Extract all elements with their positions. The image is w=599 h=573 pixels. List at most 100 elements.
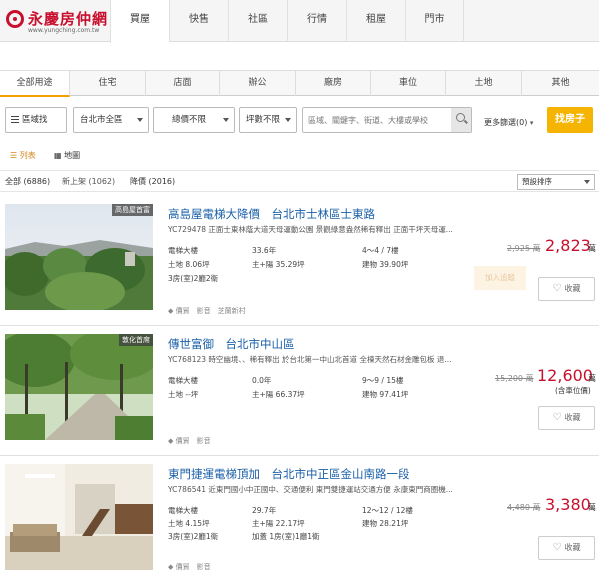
listing-price-unit: 萬 [588, 374, 596, 383]
listing-original-price: 2,925 萬 [507, 244, 541, 253]
tag-icon: ◆ [168, 307, 174, 315]
menu-icon [11, 116, 19, 123]
heart-icon: ♡ [552, 412, 562, 423]
map-icon: ▦ [54, 151, 62, 160]
view-toggle: ☰ 列表 ▦ 地圖 [0, 148, 599, 166]
tab-sell[interactable]: 快售 [169, 0, 228, 42]
tab-stores[interactable]: 門市 [405, 0, 464, 42]
favorite-button[interactable]: ♡ 收藏 [538, 406, 595, 430]
listing-building-area: 建物 28.21坪 [362, 519, 409, 528]
chevron-down-icon [584, 180, 590, 184]
category-all[interactable]: 全部用途 [0, 71, 70, 97]
category-tabs: 全部用途 住宅 店面 辦公 廠房 車位 土地 其他 [0, 70, 599, 97]
listing-description: YC786541 近東門國小中正國中、交通便利 東門雙捷運站交通方便 永康東門商… [168, 485, 453, 494]
top-navigation: 永慶房仲網 www.yungching.com.tw 買屋 快售 社區 行情 租… [0, 0, 599, 43]
price-select[interactable]: 總價不限 [153, 107, 235, 133]
category-residential[interactable]: 住宅 [70, 71, 146, 96]
favorite-button[interactable]: ♡ 收藏 [538, 536, 595, 560]
more-filters-label: 更多篩選(0) [484, 118, 528, 127]
listing-description: YC729478 正面士東林蔭大道天母運動公園 景觀綠意盎然稀有釋出 正面干坪天… [168, 225, 453, 234]
listing-rooms: 3房(室)2廳1衛 [168, 532, 219, 541]
size-select-value: 坪數不限 [246, 115, 281, 125]
listing-rooms: 3房(室)2廳2衛 [168, 274, 219, 283]
category-storefront[interactable]: 店面 [146, 71, 220, 96]
listing-photo[interactable] [5, 464, 153, 570]
listing-card[interactable]: 敦化首席 傳世富御 台北市中山區 YC768123 時空幽境、、稀有釋出 於台北… [0, 326, 599, 456]
listing-original-price: 4,480 萬 [507, 503, 541, 512]
listing-card[interactable]: 高島屋首富 高島屋電梯大降價 台北市士林區士東路 YC729478 正面士東林蔭… [0, 196, 599, 326]
listing-title[interactable]: 傳世富御 台北市中山區 [168, 336, 295, 352]
listing-photo[interactable]: 敦化首席 [5, 334, 153, 440]
listing-photo[interactable]: 高島屋首富 [5, 204, 153, 310]
listing-tags-text: 價貿 影音 [175, 563, 211, 571]
map-view-label: 地圖 [64, 151, 81, 160]
search-input[interactable] [308, 109, 456, 132]
category-office[interactable]: 辦公 [220, 71, 296, 96]
area-search-button[interactable]: 區域找 [5, 107, 67, 133]
listing-card[interactable]: 東門捷運電梯頂加 台北市中正區金山南路一段 YC786541 近東門國小中正國中… [0, 456, 599, 573]
listing-badge: 敦化首席 [119, 334, 153, 346]
listing-price-unit: 萬 [588, 503, 596, 512]
listing-photo-image [5, 204, 153, 310]
tab-community[interactable]: 社區 [228, 0, 287, 42]
result-counts-bar: 全部 (6886) 新上架 (1062) 降價 (2016) 預設排序 [0, 170, 599, 192]
more-filters-button[interactable]: 更多篩選(0) ▾ [484, 117, 533, 128]
chevron-down-icon: ▾ [529, 119, 534, 127]
listing-price: 12,600 [537, 366, 593, 385]
search-button[interactable] [451, 108, 471, 132]
listing-title[interactable]: 高島屋電梯大降價 台北市士林區士東路 [168, 206, 375, 222]
chevron-down-icon [223, 118, 229, 122]
listing-tags-text: 價貿 影音 芝蘭新村 [175, 307, 246, 315]
listing-original-price: 15,200 萬 [495, 374, 534, 383]
listing-land-area: 土地 8.06坪 [168, 260, 210, 269]
category-land[interactable]: 土地 [446, 71, 522, 96]
listing-main-area: 主+陽 66.37坪 [252, 390, 305, 399]
listing-land-area: 土地 4.15坪 [168, 519, 210, 528]
listing-building-area: 建物 39.90坪 [362, 260, 409, 269]
listing-type: 電梯大樓 [168, 506, 198, 515]
tab-buy[interactable]: 買屋 [110, 0, 169, 43]
category-parking[interactable]: 車位 [371, 71, 446, 96]
find-house-button[interactable]: 找房子 [547, 107, 593, 133]
favorite-label: 收藏 [564, 413, 581, 422]
listing-price: 3,380 [545, 495, 591, 514]
count-reduced[interactable]: 降價 (2016) [130, 171, 175, 193]
tab-market[interactable]: 行情 [287, 0, 346, 42]
heart-icon: ♡ [552, 542, 562, 553]
sort-select[interactable]: 預設排序 [517, 174, 595, 190]
listing-floor: 12～12 / 12樓 [362, 506, 413, 515]
listing-title[interactable]: 東門捷運電梯頂加 台北市中正區金山南路一段 [168, 466, 410, 482]
listing-price-unit: 萬 [588, 244, 596, 253]
list-view-button[interactable]: ☰ 列表 [10, 150, 36, 161]
heart-icon: ♡ [552, 283, 562, 294]
city-select[interactable]: 台北市全區 [73, 107, 149, 133]
search-box [302, 107, 472, 133]
count-all[interactable]: 全部 (6886) [5, 171, 50, 193]
price-select-value: 總價不限 [172, 115, 207, 125]
count-new[interactable]: 新上架 (1062) [62, 171, 115, 193]
tab-rent[interactable]: 租屋 [346, 0, 405, 42]
listing-floor: 4～4 / 7樓 [362, 246, 399, 255]
favorite-label: 收藏 [564, 543, 581, 552]
category-factory[interactable]: 廠房 [296, 71, 371, 96]
listing-type: 電梯大樓 [168, 246, 198, 255]
listing-age: 29.7年 [252, 506, 277, 515]
logo[interactable]: 永慶房仲網 www.yungching.com.tw [6, 8, 107, 36]
listing-age: 33.6年 [252, 246, 277, 255]
listing-description: YC768123 時空幽境、、稀有釋出 於台北第一中山北首道 全棟天然石材金雕包… [168, 355, 452, 364]
listing-price: 2,823 [545, 236, 591, 255]
listing-tags: ◆ 價貿 影音 [168, 436, 211, 446]
listing-tags: ◆ 價貿 影音 [168, 562, 211, 572]
category-other[interactable]: 其他 [522, 71, 599, 96]
list-view-label: 列表 [19, 151, 36, 160]
search-icon [456, 113, 465, 122]
listing-photo-image [5, 334, 153, 440]
list-icon: ☰ [10, 151, 18, 160]
city-select-value: 台北市全區 [80, 115, 123, 125]
favorite-button[interactable]: ♡ 收藏 [538, 277, 595, 301]
follow-button[interactable]: 加入追蹤 [474, 266, 526, 290]
listing-main-area: 主+陽 35.29坪 [252, 260, 305, 269]
size-select[interactable]: 坪數不限 [239, 107, 297, 133]
listing-tags-text: 價貿 影音 [175, 437, 211, 445]
map-view-button[interactable]: ▦ 地圖 [54, 150, 80, 161]
